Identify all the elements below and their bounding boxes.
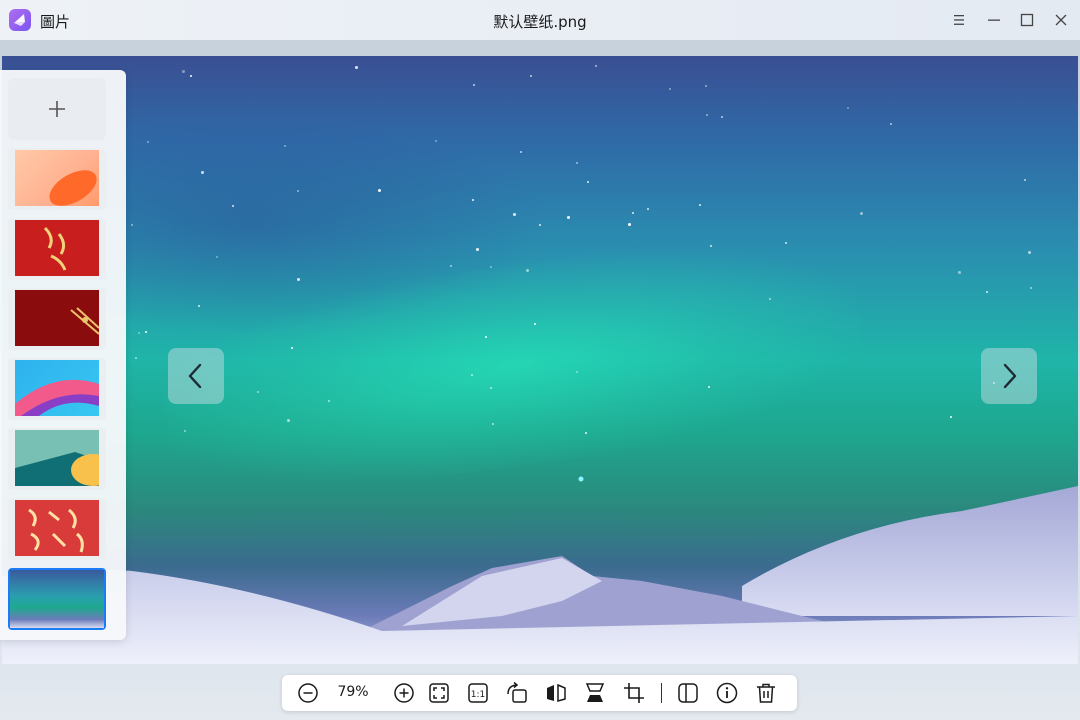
sidebar-toggle-icon: [678, 683, 698, 703]
thumbnail-teal-yellow[interactable]: [8, 428, 106, 490]
app-logo-icon: [9, 9, 31, 31]
rotate-icon: [507, 681, 527, 703]
flip-horizontal-button[interactable]: [542, 679, 570, 707]
thumbnail-red-calligraphy[interactable]: [8, 218, 106, 280]
delete-button[interactable]: [752, 679, 780, 707]
add-image-button[interactable]: [8, 78, 106, 140]
minimize-button[interactable]: [980, 6, 1008, 34]
title-bar: 圖片 默认壁纸.png: [0, 0, 1080, 40]
chevron-left-icon: [188, 363, 202, 389]
close-button[interactable]: [1047, 6, 1075, 34]
maximize-icon: [1020, 13, 1034, 27]
hamburger-menu-icon: [954, 15, 964, 25]
maximize-button[interactable]: [1013, 6, 1041, 34]
zoom-in-button[interactable]: [390, 679, 418, 707]
minimize-icon: [988, 19, 1000, 21]
toggle-sidebar-button[interactable]: [674, 679, 702, 707]
previous-image-button[interactable]: [168, 348, 224, 404]
app-name: 圖片: [40, 13, 71, 31]
fit-window-icon: [429, 683, 449, 703]
zoom-out-button[interactable]: [294, 679, 322, 707]
actual-size-button[interactable]: 1:1: [464, 679, 492, 707]
flip-vertical-button[interactable]: [581, 679, 609, 707]
actual-size-label: 1:1: [471, 690, 485, 700]
crop-icon: [624, 683, 644, 703]
thumbnail-red-slogan[interactable]: [8, 498, 106, 560]
thumbnail-aurora-selected[interactable]: [8, 568, 106, 630]
thumbnail-orange-gradient[interactable]: [8, 148, 106, 210]
zoom-out-icon: [298, 683, 318, 703]
thumbnail-sidebar: [0, 70, 126, 640]
flip-horizontal-icon: [547, 683, 566, 702]
zoom-level: 79%: [337, 684, 369, 700]
bottom-toolbar: 79% 1:1: [282, 675, 797, 711]
rotate-button[interactable]: [503, 679, 531, 707]
crop-button[interactable]: [620, 679, 648, 707]
fit-window-button[interactable]: [425, 679, 453, 707]
thumbnail-dark-red-gold[interactable]: [8, 288, 106, 350]
toolbar-divider: [661, 683, 662, 703]
image-canvas[interactable]: [2, 56, 1078, 664]
trash-icon: [757, 683, 775, 703]
snow-mountains: [2, 476, 1078, 664]
info-button[interactable]: [713, 679, 741, 707]
actual-size-icon: 1:1: [468, 683, 488, 703]
thumbnail-colorful-ribbon[interactable]: [8, 358, 106, 420]
chevron-right-icon: [1003, 363, 1017, 389]
next-image-button[interactable]: [981, 348, 1037, 404]
main-area: 79% 1:1: [0, 40, 1080, 720]
info-icon: [716, 682, 738, 704]
flip-vertical-icon: [585, 683, 605, 702]
menu-button[interactable]: [945, 6, 973, 34]
plus-icon: [49, 101, 65, 117]
zoom-in-icon: [394, 683, 414, 703]
window-title: 默认壁纸.png: [493, 13, 587, 31]
close-icon: [1055, 14, 1067, 26]
